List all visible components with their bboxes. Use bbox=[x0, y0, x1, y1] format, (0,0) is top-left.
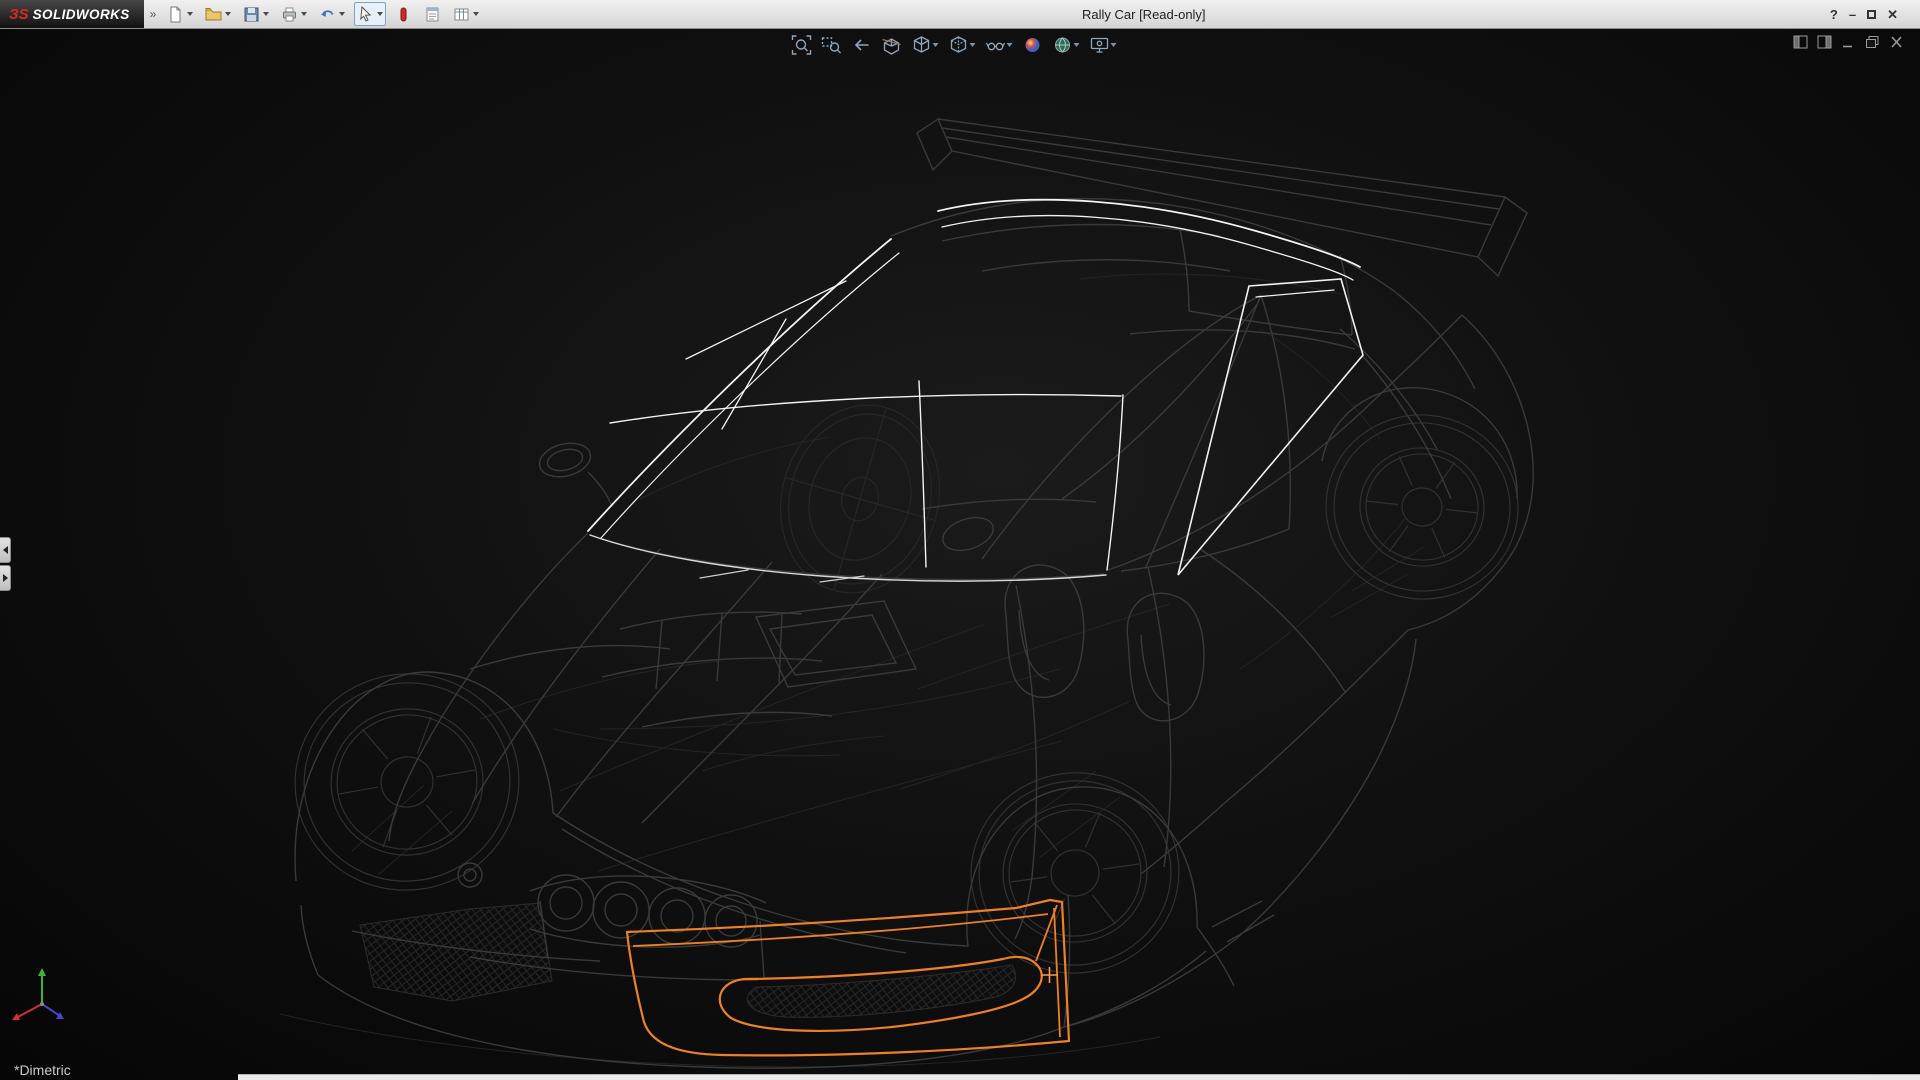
section-view-button[interactable] bbox=[881, 34, 903, 56]
document-window-controls bbox=[1793, 35, 1904, 49]
zoom-to-fit-button[interactable] bbox=[791, 34, 813, 56]
help-button[interactable]: ? bbox=[1830, 8, 1838, 21]
dropdown-arrow-icon[interactable] bbox=[933, 43, 939, 47]
edit-appearance-button[interactable] bbox=[1022, 34, 1044, 56]
options-table-icon bbox=[453, 6, 470, 23]
appearance-sphere-icon bbox=[1023, 35, 1043, 55]
new-document-icon bbox=[167, 6, 184, 23]
solidworks-window: ЗS SOLIDWORKS » bbox=[0, 0, 1920, 1080]
display-style-button[interactable] bbox=[948, 34, 977, 56]
brand-name: SOLIDWORKS bbox=[33, 7, 130, 22]
zoom-to-area-button[interactable] bbox=[821, 34, 843, 56]
select-cursor-icon bbox=[357, 6, 374, 23]
arrow-left-icon bbox=[3, 546, 8, 554]
view-settings-button[interactable] bbox=[1089, 34, 1118, 56]
collapse-pane-button[interactable] bbox=[0, 537, 11, 563]
dropdown-arrow-icon[interactable] bbox=[187, 12, 193, 16]
view-orientation-button[interactable] bbox=[911, 34, 940, 56]
tile-left-button[interactable] bbox=[1793, 35, 1808, 49]
scene-globe-icon bbox=[1053, 35, 1073, 55]
dropdown-arrow-icon[interactable] bbox=[225, 12, 231, 16]
window-controls: ? – ✕ bbox=[1830, 0, 1898, 28]
glasses-icon bbox=[986, 35, 1006, 55]
new-file-button[interactable] bbox=[164, 2, 196, 26]
section-view-icon bbox=[882, 35, 902, 55]
reference-triad bbox=[6, 962, 82, 1038]
zoom-to-area-icon bbox=[822, 35, 842, 55]
wheel-wireframes bbox=[278, 386, 1527, 986]
previous-view-button[interactable] bbox=[851, 34, 873, 56]
standard-toolbar bbox=[164, 2, 482, 26]
clipboard-icon bbox=[424, 6, 441, 23]
open-folder-icon bbox=[205, 6, 222, 23]
view-settings-monitor-icon bbox=[1090, 35, 1110, 55]
print-button[interactable] bbox=[278, 2, 310, 26]
appearances-button[interactable] bbox=[392, 2, 415, 26]
undo-arrow-icon bbox=[319, 6, 336, 23]
wireframe-car-model[interactable] bbox=[0, 29, 1920, 1080]
hide-show-items-button[interactable] bbox=[985, 34, 1014, 56]
restore-document-button[interactable] bbox=[1865, 35, 1880, 49]
printer-icon bbox=[281, 6, 298, 23]
design-binder-button[interactable] bbox=[421, 2, 444, 26]
dropdown-arrow-icon[interactable] bbox=[1007, 43, 1013, 47]
save-floppy-icon bbox=[243, 6, 260, 23]
feature-pane-splitter bbox=[0, 537, 11, 593]
options-button[interactable] bbox=[450, 2, 482, 26]
display-style-icon bbox=[949, 35, 969, 55]
dropdown-arrow-icon[interactable] bbox=[377, 12, 383, 16]
view-orientation-label: *Dimetric bbox=[14, 1062, 71, 1078]
expand-pane-button[interactable] bbox=[0, 565, 11, 591]
tile-right-button[interactable] bbox=[1817, 35, 1832, 49]
dropdown-arrow-icon[interactable] bbox=[263, 12, 269, 16]
menu-flyout-chevron[interactable]: » bbox=[150, 7, 157, 21]
open-file-button[interactable] bbox=[202, 2, 234, 26]
window-title: Rally Car [Read-only] bbox=[1082, 7, 1206, 22]
graphics-viewport[interactable]: *Dimetric bbox=[0, 29, 1920, 1080]
dropdown-arrow-icon[interactable] bbox=[301, 12, 307, 16]
dassault-3ds-icon: ЗS bbox=[9, 7, 29, 22]
dropdown-arrow-icon[interactable] bbox=[339, 12, 345, 16]
dropdown-arrow-icon[interactable] bbox=[473, 12, 479, 16]
red-appearance-icon bbox=[395, 6, 412, 23]
dropdown-arrow-icon[interactable] bbox=[970, 43, 976, 47]
zoom-to-fit-icon bbox=[792, 35, 812, 55]
solidworks-logo: ЗS SOLIDWORKS bbox=[0, 0, 144, 28]
heads-up-view-toolbar bbox=[791, 34, 1118, 56]
apply-scene-button[interactable] bbox=[1052, 34, 1081, 56]
status-bar-strip bbox=[238, 1074, 1920, 1080]
minimize-document-button[interactable] bbox=[1841, 35, 1856, 49]
selection-crosshair-icon bbox=[1041, 967, 1058, 983]
undo-button[interactable] bbox=[316, 2, 348, 26]
front-grille-mesh bbox=[360, 903, 552, 1001]
dropdown-arrow-icon[interactable] bbox=[1111, 43, 1117, 47]
previous-view-icon bbox=[852, 35, 872, 55]
arrow-right-icon bbox=[3, 574, 8, 582]
close-button[interactable]: ✕ bbox=[1887, 8, 1898, 21]
save-button[interactable] bbox=[240, 2, 272, 26]
title-bar: ЗS SOLIDWORKS » bbox=[0, 0, 1920, 29]
close-document-button[interactable] bbox=[1889, 35, 1904, 49]
select-tool-button[interactable] bbox=[354, 2, 386, 26]
dropdown-arrow-icon[interactable] bbox=[1074, 43, 1080, 47]
highlighted-edges[interactable] bbox=[588, 200, 1363, 582]
minimize-button[interactable]: – bbox=[1849, 8, 1856, 21]
maximize-button[interactable] bbox=[1867, 10, 1876, 19]
view-orientation-cube-icon bbox=[912, 35, 932, 55]
